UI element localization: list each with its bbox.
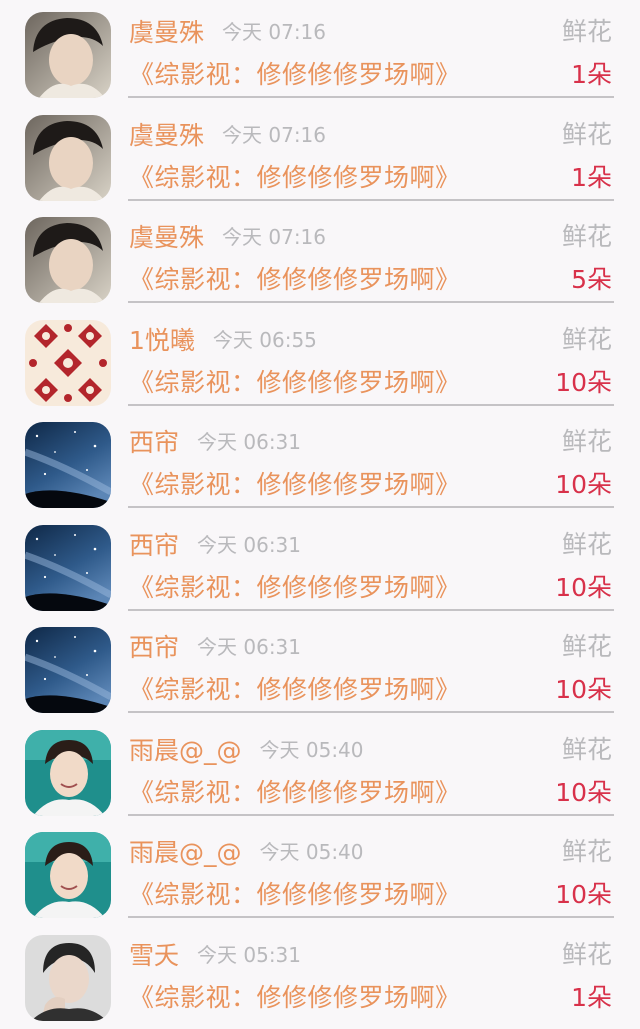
username[interactable]: 雨晨@_@ 今天 05:40: [129, 734, 364, 767]
book-title[interactable]: 《综影视：修修修修罗场啊》: [129, 776, 461, 810]
gift-count: 1朵: [571, 162, 612, 192]
gift-count: 1朵: [571, 982, 612, 1012]
divider: [128, 301, 614, 303]
man-resting-chin-avatar[interactable]: [25, 934, 111, 1021]
divider: [128, 711, 614, 713]
username-text[interactable]: 西帘: [129, 428, 179, 457]
list-item[interactable]: 雨晨@_@ 今天 05:40 鲜花 《综影视：修修修修罗场啊》 10朵: [0, 820, 640, 923]
red-paper-cut-pattern-avatar[interactable]: [25, 319, 111, 406]
username-text[interactable]: 雨晨@_@: [129, 838, 242, 867]
timestamp: 今天 05:40: [259, 840, 364, 864]
gift-count: 1朵: [571, 60, 612, 89]
gift-type: 鲜花: [561, 17, 612, 46]
portrait-male-dark-hair-avatar[interactable]: [25, 217, 111, 303]
timestamp: 今天 06:31: [197, 635, 302, 659]
timestamp: 今天 06:31: [197, 430, 302, 454]
gift-type: 鲜花: [561, 939, 612, 969]
username-text[interactable]: 西帘: [129, 633, 179, 662]
book-title[interactable]: 《综影视：修修修修罗场啊》: [129, 468, 461, 502]
list-item[interactable]: 西帘 今天 06:31 鲜花 《综影视：修修修修罗场啊》 10朵: [0, 615, 640, 718]
book-title[interactable]: 《综影视：修修修修罗场啊》: [129, 161, 461, 195]
gift-count: 10朵: [555, 880, 612, 909]
book-title[interactable]: 《综影视：修修修修罗场啊》: [129, 673, 461, 707]
gift-count: 10朵: [555, 675, 612, 704]
list-item[interactable]: 虞曼殊 今天 07:16 鲜花 《综影视：修修修修罗场啊》 1朵: [0, 103, 640, 206]
username[interactable]: 雨晨@_@ 今天 05:40: [129, 836, 364, 869]
gift-type: 鲜花: [561, 324, 612, 354]
timestamp: 今天 07:16: [222, 20, 327, 44]
book-title[interactable]: 《综影视：修修修修罗场啊》: [129, 58, 461, 92]
starry-night-sky-avatar[interactable]: [25, 524, 111, 611]
gift-count: 10朵: [555, 572, 612, 602]
gift-type: 鲜花: [561, 734, 612, 764]
divider: [128, 198, 614, 201]
gift-count: 10朵: [555, 777, 612, 807]
gift-type: 鲜花: [561, 529, 612, 559]
list-item[interactable]: 1悦曦 今天 06:55 鲜花 《综影视：修修修修罗场啊》 10朵: [0, 308, 640, 411]
username[interactable]: 虞曼殊 今天 07:16: [129, 119, 326, 152]
list-item[interactable]: 虞曼殊 今天 07:16 鲜花 《综影视：修修修修罗场啊》 1朵: [0, 0, 640, 103]
divider: [128, 916, 614, 918]
list-item[interactable]: 雨晨@_@ 今天 05:40 鲜花 《综影视：修修修修罗场啊》 10朵: [0, 718, 640, 821]
list-item[interactable]: 雪夭 今天 05:31 鲜花 《综影视：修修修修罗场啊》 1朵: [0, 923, 640, 1026]
gift-count: 5朵: [571, 265, 612, 294]
username[interactable]: 虞曼殊 今天 07:16: [129, 221, 326, 254]
gift-type: 鲜花: [561, 837, 612, 866]
book-title[interactable]: 《综影视：修修修修罗场啊》: [129, 571, 461, 605]
gift-type: 鲜花: [561, 222, 612, 251]
book-title[interactable]: 《综影视：修修修修罗场啊》: [129, 263, 461, 297]
smiling-young-man-avatar[interactable]: [25, 832, 111, 918]
gift-type: 鲜花: [561, 119, 612, 149]
divider: [128, 813, 614, 816]
username[interactable]: 1悦曦 今天 06:55: [129, 324, 317, 357]
username-text[interactable]: 雨晨@_@: [129, 736, 242, 765]
gift-count: 10朵: [555, 367, 612, 397]
username[interactable]: 西帘 今天 06:31: [129, 529, 301, 562]
gift-count: 10朵: [555, 470, 612, 499]
timestamp: 今天 05:40: [259, 737, 364, 762]
username-text[interactable]: 雪夭: [129, 941, 179, 970]
gift-type: 鲜花: [561, 427, 612, 456]
timestamp: 今天 06:55: [212, 327, 317, 352]
username[interactable]: 西帘 今天 06:31: [129, 426, 301, 459]
gift-type: 鲜花: [561, 632, 612, 661]
list-item[interactable]: 西帘 今天 06:31 鲜花 《综影视：修修修修罗场啊》 10朵: [0, 513, 640, 616]
username[interactable]: 西帘 今天 06:31: [129, 631, 301, 664]
username-text[interactable]: 虞曼殊: [129, 223, 204, 252]
gift-record-list: 虞曼殊 今天 07:16 鲜花 《综影视：修修修修罗场啊》 1朵 虞曼殊 今天 07…: [0, 0, 640, 1029]
divider: [128, 96, 614, 98]
portrait-male-dark-hair-avatar[interactable]: [25, 114, 111, 201]
timestamp: 今天 07:16: [222, 225, 327, 249]
portrait-male-dark-hair-avatar[interactable]: [25, 12, 111, 98]
divider: [128, 506, 614, 508]
divider: [128, 403, 614, 406]
list-item[interactable]: 虞曼殊 今天 07:16 鲜花 《综影视：修修修修罗场啊》 5朵: [0, 205, 640, 308]
book-title[interactable]: 《综影视：修修修修罗场啊》: [129, 366, 461, 400]
smiling-young-man-avatar[interactable]: [25, 729, 111, 816]
username[interactable]: 雪夭 今天 05:31: [129, 939, 301, 972]
starry-night-sky-avatar[interactable]: [25, 627, 111, 713]
divider: [128, 608, 614, 611]
timestamp: 今天 05:31: [197, 942, 302, 967]
timestamp: 今天 07:16: [222, 122, 327, 147]
starry-night-sky-avatar[interactable]: [25, 422, 111, 508]
book-title[interactable]: 《综影视：修修修修罗场啊》: [129, 981, 461, 1015]
username-text[interactable]: 虞曼殊: [129, 121, 204, 150]
username-text[interactable]: 西帘: [129, 531, 179, 560]
username-text[interactable]: 虞曼殊: [129, 18, 204, 47]
list-item[interactable]: 西帘 今天 06:31 鲜花 《综影视：修修修修罗场啊》 10朵: [0, 410, 640, 513]
username-text[interactable]: 1悦曦: [129, 326, 195, 355]
timestamp: 今天 06:31: [197, 532, 302, 557]
username[interactable]: 虞曼殊 今天 07:16: [129, 16, 326, 49]
book-title[interactable]: 《综影视：修修修修罗场啊》: [129, 878, 461, 912]
